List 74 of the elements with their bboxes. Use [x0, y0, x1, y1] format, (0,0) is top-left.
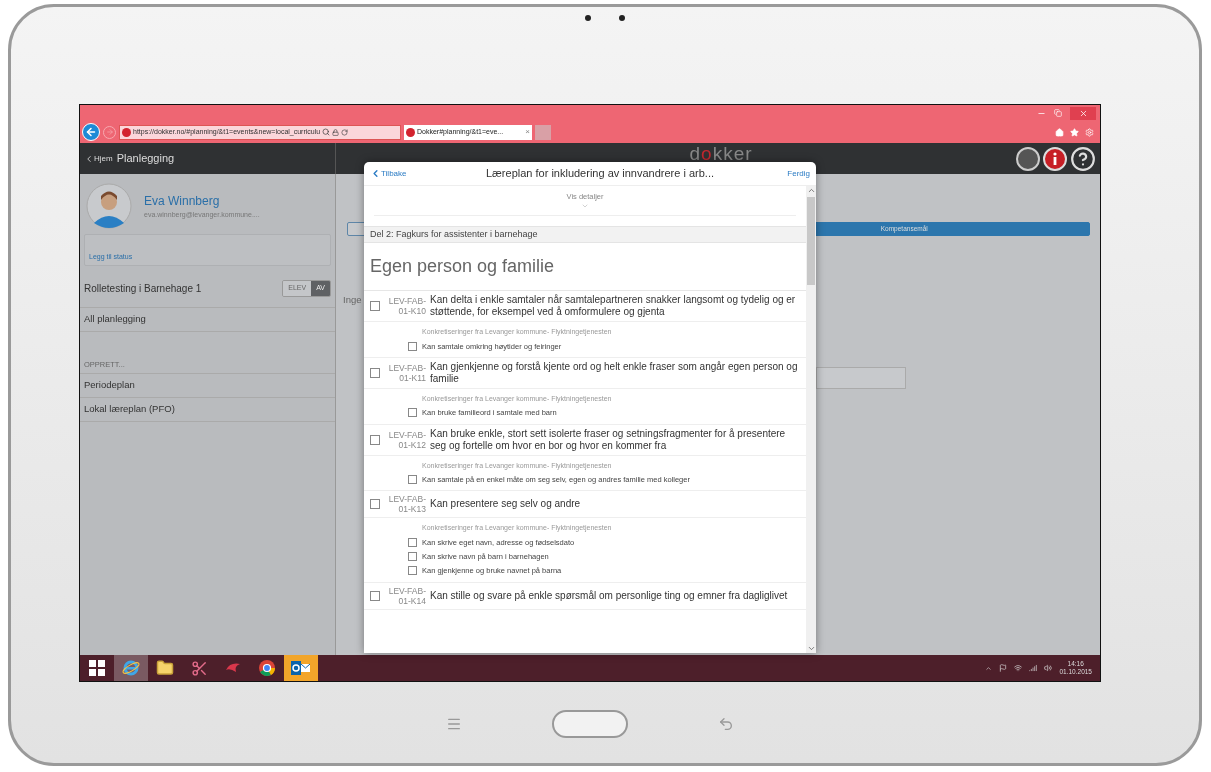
close-icon	[1078, 108, 1088, 118]
goal-text: Kan bruke enkle, stort sett isolerte fraser og setningsfragmenter for å presentere seg og fortelle om hvor en bor og hvor en kommer fra	[430, 427, 787, 452]
goal-code: LEV-FAB-01-K12	[387, 429, 426, 450]
goal-code: LEV-FAB-01-K14	[387, 585, 426, 606]
checkbox[interactable]	[408, 408, 417, 418]
back-button[interactable]	[82, 123, 100, 141]
goal-code: LEV-FAB-01-K10	[387, 296, 426, 316]
checkbox[interactable]	[370, 499, 380, 510]
goal-text: Kan gjenkjenne og forstå kjente ord og helt enkle fraser som angår egen person og familie	[430, 360, 799, 385]
chrome-icon	[258, 659, 276, 677]
section-title: Del 2: Fagkurs for assistenter i barnehage	[370, 227, 538, 241]
scroll-up-icon[interactable]	[806, 186, 816, 195]
sidebar-item[interactable]: Periodeplan	[80, 374, 335, 398]
windows-logo-icon	[89, 660, 105, 676]
volume-icon[interactable]	[1044, 664, 1053, 672]
home-key[interactable]	[552, 710, 628, 738]
app-logo: dokker	[689, 144, 753, 163]
avatar-icon	[86, 183, 132, 229]
checkbox[interactable]	[370, 434, 380, 445]
goal-text: Kan delta i enkle samtaler når samtalepartneren snakker langsomt og tydelig og er støttende, for eksempel ved å omformulere og gjenta	[430, 294, 797, 318]
role-label: Rolletesting i Barnehage 1	[84, 282, 202, 296]
input-field[interactable]	[816, 367, 906, 390]
lock-icon	[332, 128, 340, 136]
menu-key-icon[interactable]	[446, 716, 462, 732]
modal-title: Læreplan for inkludering av innvandrere i arb...	[484, 166, 716, 182]
user-name: Eva Winnberg	[144, 192, 221, 210]
folder-icon	[156, 659, 174, 677]
search-icon[interactable]	[322, 128, 331, 136]
tab-close[interactable]: ×	[525, 126, 530, 138]
partial-text: Inge	[343, 293, 362, 307]
site-badge-icon	[406, 127, 415, 137]
home-link[interactable]: Hjem	[84, 152, 113, 165]
checkbox[interactable]	[408, 341, 417, 351]
page-title: Planlegging	[116, 151, 175, 167]
close-button[interactable]	[1070, 106, 1096, 120]
back-link[interactable]: Tilbake	[370, 167, 430, 180]
network-icon[interactable]	[1014, 664, 1023, 672]
sidebar-item[interactable]: All planlegging	[80, 308, 335, 332]
mail-app-icon	[291, 660, 311, 676]
tray-chevron-icon[interactable]	[985, 664, 993, 672]
arrow-right-icon	[105, 128, 114, 136]
refresh-icon[interactable]	[341, 128, 349, 136]
checkbox[interactable]	[408, 475, 417, 485]
arrow-left-icon	[85, 126, 97, 138]
goal-text: Kan presentere seg selv og andre	[430, 498, 581, 511]
sidebar-item[interactable]: Lokal læreplan (PFO)	[80, 398, 335, 422]
topic-heading: Egen person og familie	[370, 255, 555, 278]
scroll-thumb[interactable]	[807, 197, 815, 285]
done-link[interactable]: Ferdig	[770, 167, 810, 180]
back-key-icon[interactable]	[718, 716, 734, 732]
browser-e-icon	[122, 659, 140, 677]
checkbox[interactable]	[370, 301, 380, 311]
goal-text: Kan stille og svare på enkle spørsmål om personlige ting og emner fra dagliglivet	[430, 589, 788, 602]
goal-code: LEV-FAB-01-K13	[387, 494, 426, 515]
chevron-left-icon	[84, 153, 94, 164]
settings-icon[interactable]	[1085, 127, 1094, 137]
site-badge-icon	[122, 127, 131, 137]
help-icon[interactable]	[1070, 145, 1096, 172]
flag-icon[interactable]	[999, 664, 1008, 672]
home-icon[interactable]	[1055, 127, 1064, 137]
star-icon[interactable]	[1070, 127, 1079, 137]
checkbox[interactable]	[408, 552, 417, 562]
goal-code: LEV-FAB-01-K11	[387, 362, 426, 383]
taskbar-button[interactable]	[284, 655, 318, 681]
scissors-icon	[190, 659, 208, 677]
scroll-down-icon[interactable]	[806, 644, 816, 653]
signal-icon[interactable]	[1029, 664, 1038, 672]
restore-icon[interactable]	[1054, 109, 1062, 117]
checkbox[interactable]	[408, 537, 417, 547]
checkbox[interactable]	[408, 566, 417, 576]
checkbox[interactable]	[370, 590, 380, 601]
scrollbar[interactable]	[806, 186, 816, 653]
info-icon[interactable]	[1043, 146, 1067, 171]
checkbox[interactable]	[370, 367, 380, 378]
